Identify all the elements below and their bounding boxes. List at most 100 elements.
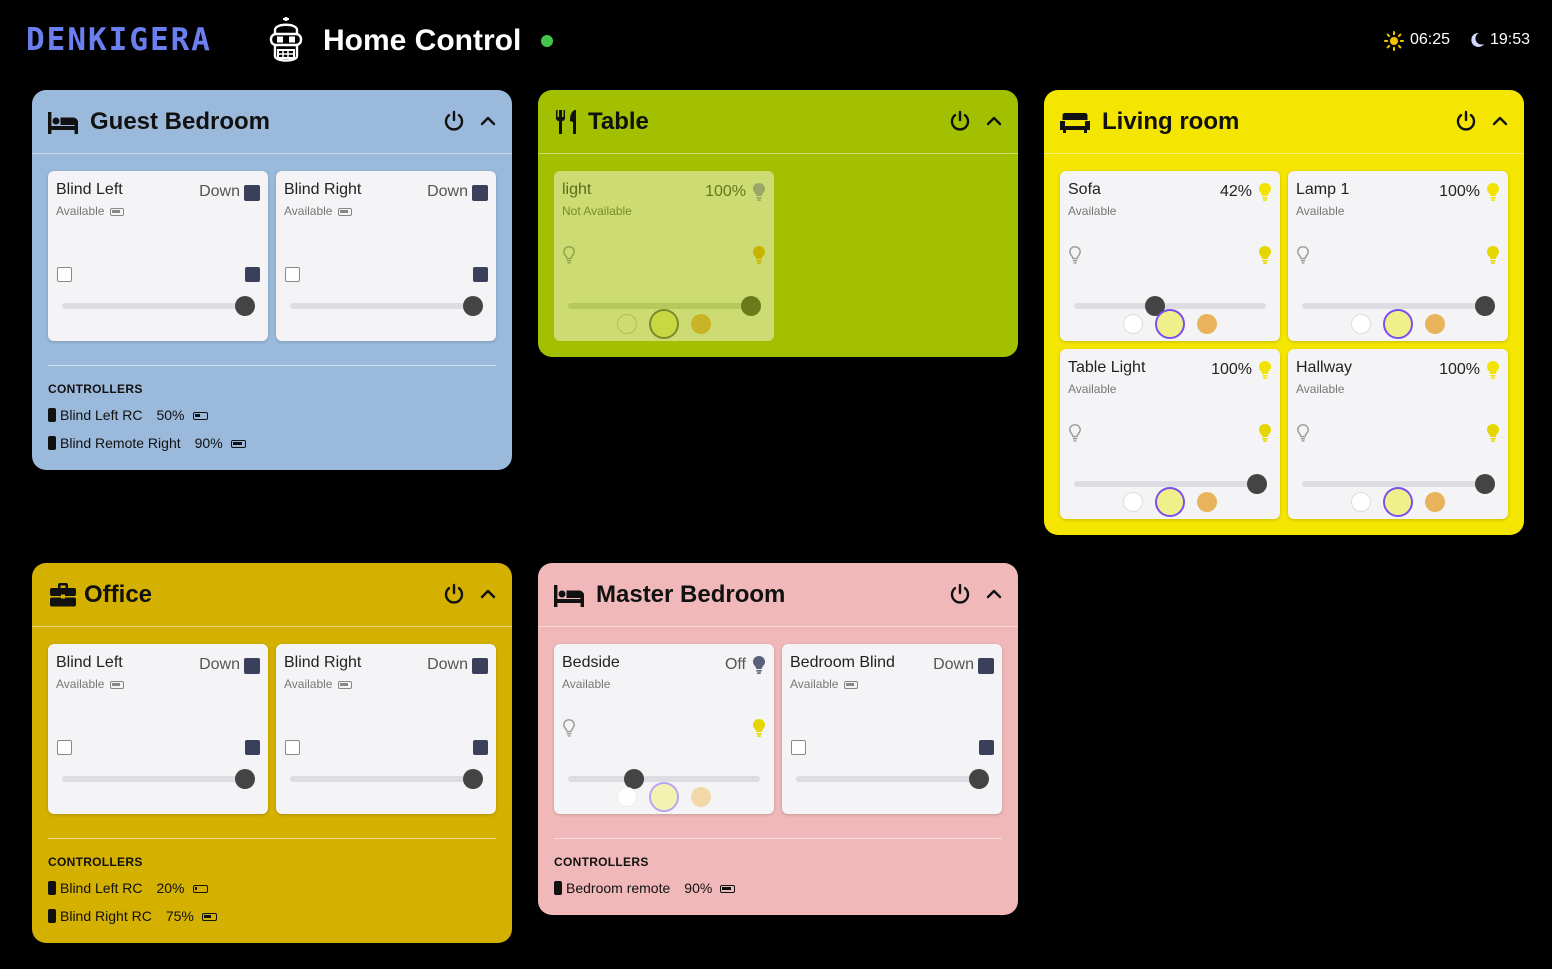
blind-position-slider[interactable] [290, 303, 482, 309]
color-swatch-neutral[interactable] [649, 782, 679, 812]
bulb-off-icon [562, 718, 576, 738]
color-swatch-warm[interactable] [691, 787, 711, 807]
color-swatch-warm[interactable] [1425, 492, 1445, 512]
controller-row[interactable]: Blind Left RC 50% [48, 407, 208, 423]
blind-position-slider[interactable] [62, 303, 254, 309]
blind-state-icon [244, 185, 260, 201]
device-status: Available [1068, 204, 1117, 218]
color-temperature-options [1288, 487, 1508, 517]
room-title: Guest Bedroom [90, 108, 271, 135]
color-temperature-options [1060, 309, 1280, 339]
room-header: Living room [1044, 90, 1524, 154]
color-swatch-warm[interactable] [1425, 314, 1445, 334]
blind-close-button[interactable] [979, 740, 994, 755]
blind-open-button[interactable] [57, 740, 72, 755]
brand-logo[interactable]: DENKIGERA [26, 22, 212, 58]
blind-close-button[interactable] [245, 267, 260, 282]
chevron-up-icon[interactable] [984, 111, 1004, 131]
color-swatch-cool[interactable] [617, 787, 637, 807]
power-icon[interactable] [1454, 109, 1478, 133]
device-name: Blind Right [284, 181, 362, 198]
power-icon[interactable] [948, 582, 972, 606]
bed-icon [553, 581, 585, 609]
remote-icon [48, 881, 56, 895]
power-icon[interactable] [948, 109, 972, 133]
battery-icon [110, 207, 125, 216]
battery-icon [844, 680, 859, 689]
device-tile-blind-left[interactable]: Blind Left Available Down [48, 644, 268, 814]
color-swatch-warm[interactable] [691, 314, 711, 334]
blind-position-slider[interactable] [796, 776, 988, 782]
color-swatch-cool[interactable] [1123, 314, 1143, 334]
controllers-heading: CONTROLLERS [48, 382, 143, 396]
color-swatch-warm[interactable] [1197, 314, 1217, 334]
power-icon[interactable] [442, 582, 466, 606]
color-temperature-options [554, 782, 774, 812]
color-swatch-neutral[interactable] [1155, 487, 1185, 517]
device-tile-blind-left[interactable]: Blind Left Available Down [48, 171, 268, 341]
blind-position-slider[interactable] [290, 776, 482, 782]
device-name: Sofa [1068, 181, 1101, 198]
device-status: Available [56, 204, 125, 218]
color-swatch-neutral[interactable] [1383, 309, 1413, 339]
controller-row[interactable]: Bedroom remote 90% [554, 880, 736, 896]
bulb-on-icon [1258, 245, 1272, 265]
color-swatch-neutral[interactable] [1383, 487, 1413, 517]
chevron-up-icon[interactable] [1490, 111, 1510, 131]
device-tile-blind-right[interactable]: Blind Right Available Down [276, 171, 496, 341]
room-header: Guest Bedroom [32, 90, 512, 154]
color-swatch-cool[interactable] [1351, 314, 1371, 334]
device-tile-sofa[interactable]: Sofa Available 42% [1060, 171, 1280, 341]
device-tile-table-light[interactable]: Table Light Available 100% [1060, 349, 1280, 519]
chevron-up-icon[interactable] [984, 584, 1004, 604]
device-tile-light[interactable]: light Not Available 100% [554, 171, 774, 341]
room-title: Living room [1102, 108, 1240, 135]
slider-thumb[interactable] [235, 769, 255, 789]
bulb-on-icon [752, 718, 766, 738]
slider-thumb[interactable] [235, 296, 255, 316]
color-swatch-cool[interactable] [1351, 492, 1371, 512]
bulb-on-icon [1486, 245, 1500, 265]
slider-thumb[interactable] [969, 769, 989, 789]
blind-state-icon [472, 658, 488, 674]
device-tile-bedroom-blind[interactable]: Bedroom Blind Available Down [782, 644, 1002, 814]
utensils-icon [556, 110, 576, 134]
device-tile-bedside[interactable]: Bedside Available Off [554, 644, 774, 814]
app-header: DENKIGERA Home Control 06:25 19:53 [0, 0, 1552, 84]
blind-open-button[interactable] [285, 740, 300, 755]
slider-thumb[interactable] [463, 296, 483, 316]
chevron-up-icon[interactable] [478, 584, 498, 604]
device-name: Blind Left [56, 181, 123, 198]
device-tile-hallway[interactable]: Hallway Available 100% [1288, 349, 1508, 519]
device-name: Blind Left [56, 654, 123, 671]
device-name: Table Light [1068, 359, 1146, 376]
blind-close-button[interactable] [473, 267, 488, 282]
blind-position-slider[interactable] [62, 776, 254, 782]
bulb-icon [752, 182, 766, 202]
controller-row[interactable]: Blind Right RC 75% [48, 908, 217, 924]
slider-thumb[interactable] [463, 769, 483, 789]
power-icon[interactable] [442, 109, 466, 133]
blind-open-button[interactable] [57, 267, 72, 282]
bulb-off-icon [1296, 423, 1310, 443]
blind-close-button[interactable] [473, 740, 488, 755]
blind-close-button[interactable] [245, 740, 260, 755]
sun-icon [1384, 31, 1404, 51]
color-swatch-neutral[interactable] [1155, 309, 1185, 339]
battery-icon [338, 680, 353, 689]
device-tile-blind-right[interactable]: Blind Right Available Down [276, 644, 496, 814]
device-status: Available [1296, 204, 1345, 218]
device-tile-lamp-1[interactable]: Lamp 1 Available 100% [1288, 171, 1508, 341]
blind-open-button[interactable] [285, 267, 300, 282]
sunrise-time: 06:25 [1410, 31, 1451, 48]
color-swatch-neutral[interactable] [649, 309, 679, 339]
color-swatch-cool[interactable] [1123, 492, 1143, 512]
color-swatch-cool[interactable] [617, 314, 637, 334]
color-swatch-warm[interactable] [1197, 492, 1217, 512]
battery-icon [201, 913, 217, 922]
page-title: Home Control [323, 24, 522, 57]
chevron-up-icon[interactable] [478, 111, 498, 131]
controller-row[interactable]: Blind Remote Right 90% [48, 435, 246, 451]
blind-open-button[interactable] [791, 740, 806, 755]
controller-row[interactable]: Blind Left RC 20% [48, 880, 208, 896]
